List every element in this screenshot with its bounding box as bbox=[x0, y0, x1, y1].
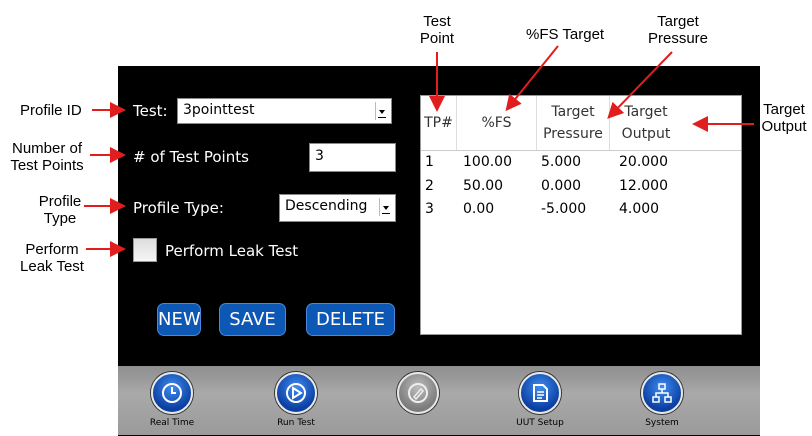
arrow-target-pressure bbox=[607, 51, 673, 119]
annotation-arrows bbox=[84, 45, 754, 257]
arrow-fs-target bbox=[505, 45, 559, 112]
